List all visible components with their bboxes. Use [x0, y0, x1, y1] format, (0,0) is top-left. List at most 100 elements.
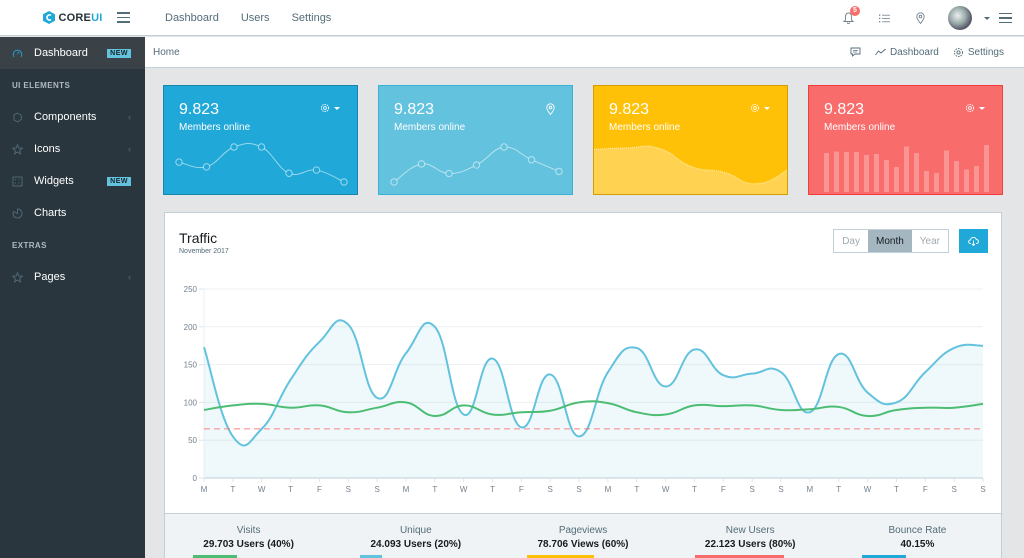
tasks-button[interactable] — [866, 0, 902, 36]
sparkline-point — [230, 143, 238, 151]
x-tick-label: W — [864, 485, 872, 494]
download-button[interactable] — [959, 229, 988, 253]
bar — [844, 152, 849, 192]
breadcrumb-menu: Dashboard Settings — [850, 47, 1004, 58]
x-tick-label: T — [432, 485, 437, 494]
sparkline-point — [472, 161, 481, 169]
card-settings-dropdown[interactable] — [750, 103, 770, 113]
sidebar-item-widgets[interactable]: Widgets NEW — [0, 165, 145, 197]
members-online-card-2: 9.823 Members online — [378, 85, 573, 195]
speedometer-icon — [12, 48, 23, 59]
bar — [944, 150, 949, 192]
caret-down-icon — [764, 106, 770, 110]
top-nav: Dashboard Users Settings — [161, 12, 342, 24]
sidebar-item-label: Dashboard — [34, 47, 88, 59]
brand-name: COREUI — [58, 11, 103, 24]
x-tick-label: T — [836, 485, 841, 494]
sparkline-point — [445, 169, 453, 178]
range-month-button[interactable]: Month — [867, 230, 912, 252]
bar — [874, 154, 879, 192]
x-tick-label: W — [258, 485, 266, 494]
sidebar-item-pages[interactable]: Pages ‹ — [0, 261, 145, 293]
bar — [924, 171, 929, 192]
stat-value: 40.15% — [900, 539, 935, 550]
sparkline-point — [202, 163, 211, 171]
sidebar-item-label: Widgets — [34, 175, 74, 187]
app-header: COREUI Dashboard Users Settings 5 — [0, 0, 1024, 36]
members-online-card-1: 9.823 Members online — [163, 85, 358, 195]
breadcrumb-settings-link[interactable]: Settings — [953, 47, 1004, 58]
puzzle-icon — [12, 111, 23, 123]
topnav-users[interactable]: Users — [230, 12, 281, 24]
x-tick-label: S — [980, 485, 985, 494]
x-tick-label: F — [923, 485, 928, 494]
stat-label: Bounce Rate — [888, 525, 947, 536]
traffic-line-chart: 0 50 100 150 200 250 M T W T F S S M T W T F S S M T W T F S S M T W T… — [184, 285, 986, 494]
chevron-left-icon: ‹ — [128, 272, 131, 282]
y-tick-label: 100 — [184, 398, 198, 407]
range-day-button[interactable]: Day — [834, 230, 868, 252]
stat-bounce-rate: Bounce Rate 40.15% — [834, 514, 1001, 558]
sidebar-toggle-button[interactable] — [117, 0, 141, 36]
aside-toggle-button[interactable] — [999, 12, 1012, 24]
card-settings-dropdown[interactable] — [320, 103, 340, 113]
breadcrumb-messages-button[interactable] — [850, 47, 861, 57]
stat-visits: Visits 29.703 Users (40%) — [165, 514, 332, 558]
bar — [954, 161, 959, 192]
topnav-settings[interactable]: Settings — [281, 12, 343, 24]
y-tick-label: 150 — [184, 361, 198, 370]
range-year-button[interactable]: Year — [911, 230, 948, 252]
sparkline-point — [340, 178, 348, 186]
breadcrumb-home[interactable]: Home — [153, 47, 180, 58]
card-location-button[interactable] — [546, 103, 555, 115]
x-tick-label: T — [288, 485, 293, 494]
bar — [934, 173, 939, 192]
sparkline-point — [417, 160, 426, 168]
x-tick-label: S — [374, 485, 379, 494]
card-label: Members online — [609, 122, 681, 133]
topnav-dashboard[interactable]: Dashboard — [161, 12, 230, 24]
bar — [984, 145, 989, 192]
x-tick-label: T — [894, 485, 899, 494]
sidebar-section-ui-elements: UI ELEMENTS — [12, 80, 71, 90]
star-icon — [12, 143, 23, 155]
user-menu-caret-icon[interactable] — [984, 16, 990, 20]
x-tick-label: S — [778, 485, 783, 494]
sidebar-item-dashboard[interactable]: Dashboard NEW — [0, 37, 145, 69]
sparkline-point — [285, 169, 293, 177]
members-online-card-4: 9.823 Members online — [808, 85, 1003, 195]
sidebar-item-label: Components — [34, 111, 97, 123]
stat-value: 22.123 Users (80%) — [704, 539, 796, 550]
traffic-stats: Visits 29.703 Users (40%) Unique 24.093 … — [165, 513, 1001, 558]
sparkline-point — [257, 143, 266, 151]
y-tick-label: 200 — [184, 323, 198, 332]
sidebar-item-charts[interactable]: Charts — [0, 197, 145, 229]
user-avatar[interactable] — [948, 6, 972, 30]
x-tick-label: T — [634, 485, 639, 494]
sidebar-item-icons[interactable]: Icons ‹ — [0, 133, 145, 165]
bar — [834, 151, 839, 192]
breadcrumb-dashboard-link[interactable]: Dashboard — [875, 47, 939, 58]
header-actions: 5 — [830, 0, 1024, 36]
x-tick-label: W — [460, 485, 468, 494]
sidebar-item-label: Icons — [34, 143, 61, 155]
caret-down-icon — [334, 106, 340, 110]
series-area-1 — [204, 320, 983, 478]
card-settings-dropdown[interactable] — [965, 103, 985, 113]
cloud-download-icon — [968, 237, 979, 246]
stat-label: Pageviews — [558, 525, 608, 536]
bar — [854, 152, 859, 192]
bar — [884, 160, 889, 192]
location-button[interactable] — [902, 0, 938, 36]
sparkline-point — [390, 178, 398, 186]
traffic-subtitle: November 2017 — [179, 248, 229, 255]
sparkline-point — [500, 143, 508, 151]
bar — [914, 153, 919, 192]
card-sparkline — [175, 143, 348, 186]
bar — [864, 155, 869, 192]
x-tick-label: T — [490, 485, 495, 494]
sidebar-item-components[interactable]: Components ‹ — [0, 101, 145, 133]
notifications-button[interactable]: 5 — [830, 0, 866, 36]
stat-value: 24.093 Users (20%) — [370, 539, 462, 550]
speech-icon — [850, 47, 861, 57]
